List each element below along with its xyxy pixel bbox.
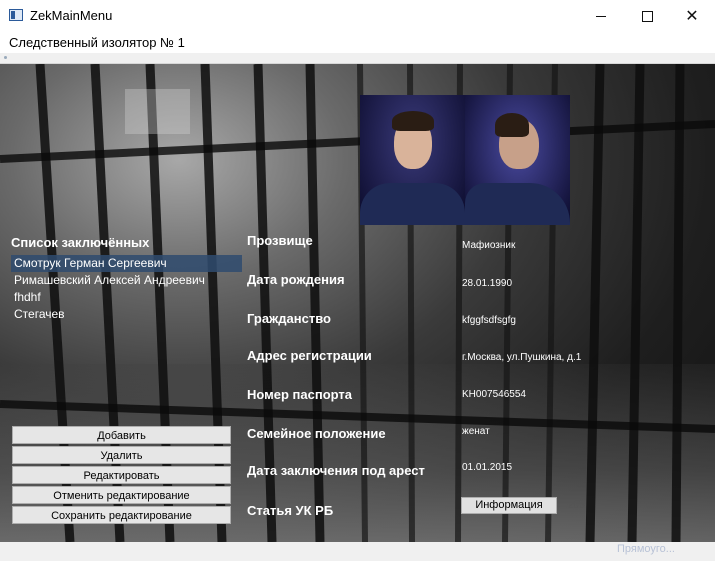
- birth-date-label: Дата рождения: [247, 272, 345, 287]
- maximize-button[interactable]: [624, 0, 670, 32]
- close-button[interactable]: ✕: [669, 0, 715, 32]
- delete-button[interactable]: Удалить: [12, 446, 231, 464]
- prisoner-list-title: Список заключённых: [11, 235, 150, 250]
- header-bar: Следственный изолятор № 1: [0, 32, 715, 53]
- list-item[interactable]: Римашевский Алексей Андреевич: [11, 272, 242, 289]
- prisoner-photo-profile: [465, 95, 570, 225]
- app-window-icon: [9, 9, 23, 21]
- grip-icon: [4, 56, 7, 59]
- passport-value: KH007546554: [462, 389, 526, 400]
- minimize-icon: [596, 15, 606, 17]
- list-item[interactable]: Стегачев: [11, 306, 242, 323]
- article-value: 205: [568, 500, 585, 511]
- save-edit-button[interactable]: Сохранить редактирование: [12, 506, 231, 524]
- birth-date-value: 28.01.1990: [462, 278, 513, 289]
- minimize-button[interactable]: [578, 0, 624, 32]
- detention-center-label: Следственный изолятор № 1: [9, 35, 185, 50]
- prisoner-list[interactable]: Смотрук Герман Сергеевич Римашевский Але…: [11, 255, 242, 323]
- window-title-bar: ZekMainMenu ✕: [0, 0, 715, 32]
- citizenship-label: Гражданство: [247, 311, 331, 326]
- citizenship-value: kfggfsdfsgfg: [462, 315, 516, 326]
- maximize-icon: [641, 10, 653, 22]
- cancel-edit-button[interactable]: Отменить редактирование: [12, 486, 231, 504]
- arrest-date-label: Дата заключения под арест: [247, 463, 425, 478]
- address-label: Адрес регистрации: [247, 348, 372, 363]
- add-button[interactable]: Добавить: [12, 426, 231, 444]
- article-label: Статья УК РБ: [247, 503, 334, 518]
- window-title: ZekMainMenu: [30, 8, 113, 23]
- action-buttons: Добавить Удалить Редактировать Отменить …: [12, 426, 231, 526]
- main-panel: Список заключённых Смотрук Герман Сергее…: [0, 64, 715, 542]
- status-text: Прямоуго...: [617, 543, 675, 555]
- edit-button[interactable]: Редактировать: [12, 466, 231, 484]
- list-item[interactable]: fhdhf: [11, 289, 242, 306]
- passport-label: Номер паспорта: [247, 387, 353, 402]
- toolbar-strip: [0, 53, 715, 64]
- prisoner-photo-front: [360, 95, 465, 225]
- status-bar: Прямоуго...: [0, 542, 715, 561]
- nickname-label: Прозвище: [247, 233, 313, 248]
- nickname-value: Мафиозник: [462, 240, 516, 251]
- address-value: г.Москва, ул.Пушкина, д.1: [462, 352, 582, 363]
- list-item[interactable]: Смотрук Герман Сергеевич: [11, 255, 242, 272]
- close-icon: ✕: [685, 8, 699, 25]
- marital-status-value: женат: [462, 426, 490, 437]
- arrest-date-value: 01.01.2015: [462, 462, 513, 473]
- information-button[interactable]: Информация: [461, 497, 557, 514]
- marital-status-label: Семейное положение: [247, 426, 386, 441]
